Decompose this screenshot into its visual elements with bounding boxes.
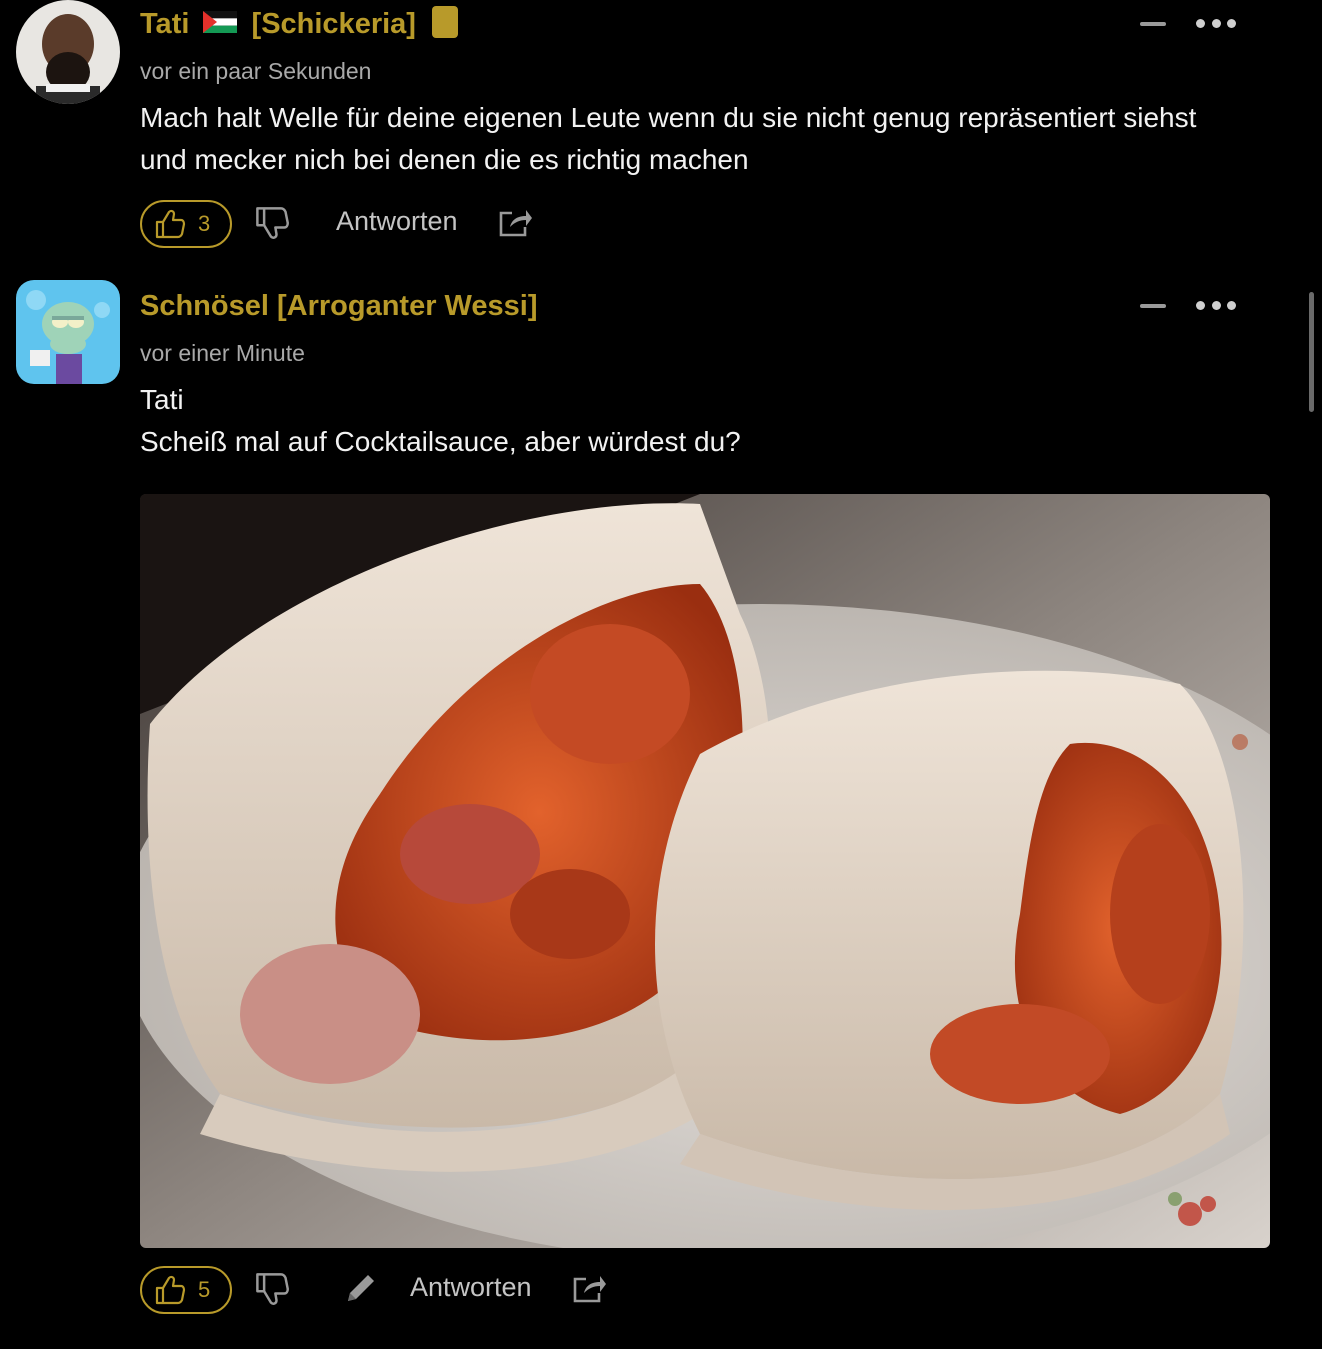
- like-count: 3: [198, 211, 211, 236]
- avatar[interactable]: [16, 0, 120, 104]
- flag-icon: [203, 11, 238, 34]
- username[interactable]: Tati [Schickeria]: [140, 6, 459, 41]
- pencil-icon[interactable]: [344, 1271, 378, 1305]
- more-icon[interactable]: [1196, 301, 1236, 311]
- share-icon[interactable]: [498, 207, 532, 237]
- badge-icon: [432, 6, 459, 39]
- thumbs-up-icon: [155, 1275, 186, 1305]
- like-count: 5: [198, 1277, 211, 1302]
- username-name: Tati: [140, 8, 190, 40]
- reply-button[interactable]: Antworten: [410, 1272, 532, 1303]
- comment-body-line: Mach halt Welle für deine eigenen Leute …: [140, 102, 1197, 133]
- avatar[interactable]: [16, 280, 120, 384]
- thumbs-down-icon[interactable]: [254, 205, 290, 241]
- like-button[interactable]: 3: [140, 200, 232, 248]
- collapse-icon[interactable]: [1140, 22, 1166, 26]
- comment-body-line: Scheiß mal auf Cocktailsauce, aber würde…: [140, 426, 741, 457]
- comment-body-line: und mecker nich bei denen die es richtig…: [140, 144, 749, 175]
- thumbs-down-icon[interactable]: [254, 1271, 290, 1307]
- share-icon[interactable]: [572, 1273, 606, 1303]
- scrollbar[interactable]: [1309, 292, 1314, 412]
- like-button[interactable]: 5: [140, 1266, 232, 1314]
- reply-button[interactable]: Antworten: [336, 206, 458, 237]
- timestamp: vor ein paar Sekunden: [140, 58, 372, 84]
- attached-image[interactable]: [140, 494, 1270, 1248]
- more-icon[interactable]: [1196, 19, 1236, 29]
- thumbs-up-icon: [155, 209, 186, 239]
- collapse-icon[interactable]: [1140, 304, 1166, 308]
- comment-body: Tati Scheiß mal auf Cocktailsauce, aber …: [140, 379, 1290, 463]
- timestamp: vor einer Minute: [140, 340, 305, 366]
- comment-body-line: Tati: [140, 384, 184, 415]
- comment-body: Mach halt Welle für deine eigenen Leute …: [140, 97, 1290, 181]
- username[interactable]: Schnösel [Arroganter Wessi]: [140, 290, 538, 323]
- username-tag: [Schickeria]: [251, 8, 416, 40]
